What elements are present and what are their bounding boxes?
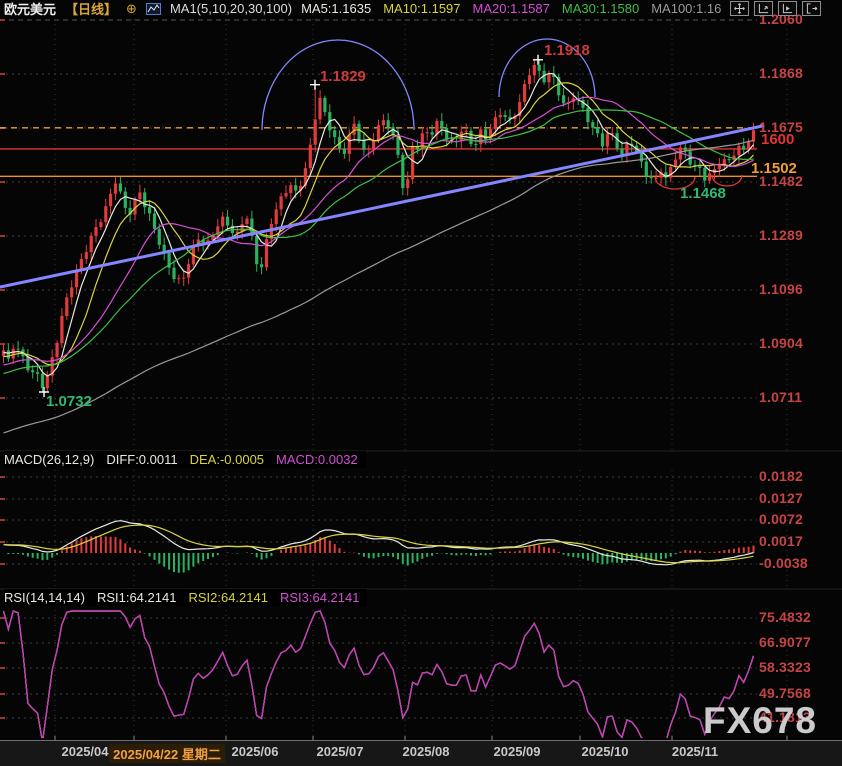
rsi-axis-label: 75.4832 [759,609,811,625]
ma-values: MA5:1.1635 MA10:1.1597 MA20:1.1587 MA30:1.1… [301,1,721,16]
chart-annotation: 1.0732 [46,393,92,410]
ma-settings-label: MA1(5,10,20,30,100) [170,1,292,16]
time-axis-label: 2025/07 [317,744,364,759]
time-axis-label: 2025/04 [62,744,109,759]
watermark: FX678 [703,700,817,742]
rsi-value: RSI2:64.2141 [188,590,268,605]
ma-value: MA10:1.1597 [383,1,460,16]
macd-value: DEA:-0.0005 [190,452,264,467]
macd-title: MACD(26,12,9) [4,452,94,467]
chart-style-icon[interactable] [146,3,161,15]
time-labels: 2025/042025/04/22 星期二 2025/06 2025/07 2025/… [0,741,842,766]
ma-value: MA20:1.1587 [473,1,550,16]
time-axis-label: 2025/11 [672,744,718,759]
rsi-value: RSI1:64.2141 [97,590,177,605]
pop-out-icon[interactable] [802,1,821,16]
rsi-axis-label: 66.9077 [759,634,811,650]
ma-value: MA5:1.1635 [301,1,371,16]
crosshair-date-label: 2025/04/22 星期二 [109,744,225,763]
macd-panel-header: MACD(26,12,9) DIFF:0.0011 DEA:-0.0005 MACD… [4,451,366,468]
period-label[interactable]: 【日线】 [65,0,117,18]
time-axis-label: 2025/08 [403,744,450,759]
pan-icon[interactable] [730,1,749,16]
time-axis-label: 2025/06 [232,744,279,759]
chart-header: 欧元美元 【日线】 ⊕ MA1(5,10,20,30,100) MA5:1.16… [0,0,842,17]
time-axis-bar: 2025/042025/04/22 星期二 2025/06 2025/07 2025/… [0,740,842,766]
time-axis-label: 2025/09 [494,744,541,759]
macd-value: MACD:0.0032 [276,452,358,467]
rsi-title: RSI(14,14,14) [4,590,85,605]
axis-zoom-icon[interactable] [754,1,773,16]
rsi-axis: 75.483266.907758.332349.756841.1813 [759,0,842,766]
time-axis-label: 2025/10 [582,744,629,759]
ma-value: MA30:1.1580 [562,1,639,16]
rsi-panel-header: RSI(14,14,14) RSI1:64.2141RSI2:64.2141RS… [4,589,367,606]
circle-plus-icon[interactable]: ⊕ [126,2,137,15]
chart-annotation: 1.1829 [320,68,366,85]
chart-canvas[interactable] [0,0,842,766]
chart-annotation: 1.1918 [544,42,590,59]
axis-play-icon[interactable] [778,1,797,16]
macd-value: DIFF:0.0011 [106,452,177,467]
rsi-values: RSI1:64.2141 RSI2:64.2141 RSI3:64.2141 [97,590,360,605]
ma-value: MA100:1.16 [651,1,721,16]
trading-chart-window: 欧元美元 【日线】 ⊕ MA1(5,10,20,30,100) MA5:1.16… [0,0,842,766]
rsi-value: RSI3:64.2141 [280,590,360,605]
macd-values: DIFF:0.0011 DEA:-0.0005 MACD:0.0032 [106,452,357,467]
symbol-title: 欧元美元 [4,0,56,18]
chart-annotation: 1.1468 [680,185,726,202]
rsi-axis-label: 49.7568 [759,685,811,701]
rsi-axis-label: 58.3323 [759,659,811,675]
chart-toolbar [730,1,821,16]
